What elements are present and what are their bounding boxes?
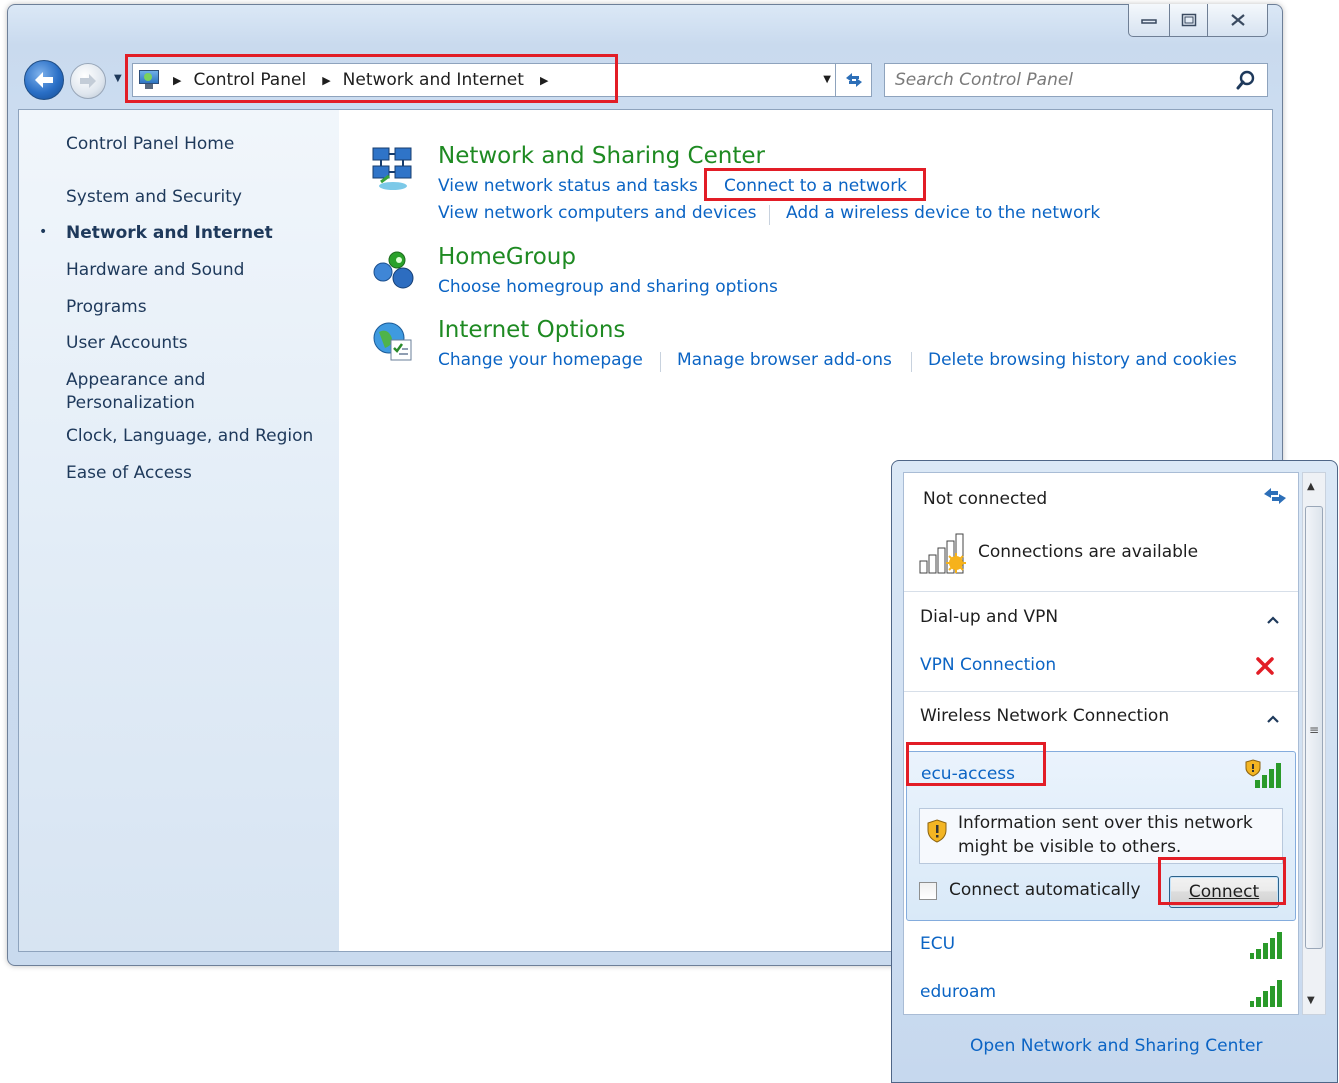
- breadcrumb-network-and-internet[interactable]: Network and Internet: [343, 70, 524, 90]
- scroll-grip-icon: ≡: [1309, 723, 1320, 737]
- link-separator: [911, 352, 912, 372]
- warning-line-1: Information sent over this network: [958, 813, 1253, 833]
- link-connect-to-network[interactable]: Connect to a network: [724, 176, 907, 196]
- address-bar[interactable]: ▶ Control Panel ▶ Network and Internet ▶…: [132, 63, 872, 97]
- breadcrumb-separator[interactable]: ▶: [173, 74, 181, 87]
- search-input[interactable]: [895, 69, 1215, 91]
- minimize-button[interactable]: [1128, 4, 1170, 37]
- secured-signal-icon: [1245, 759, 1281, 788]
- back-button[interactable]: [24, 60, 64, 100]
- link-add-wireless-device[interactable]: Add a wireless device to the network: [786, 203, 1100, 223]
- maximize-button[interactable]: [1170, 4, 1208, 37]
- error-x-icon: [1256, 657, 1274, 675]
- breadcrumb-separator[interactable]: ▶: [540, 74, 548, 87]
- group-wireless-network-connection[interactable]: Wireless Network Connection: [920, 706, 1169, 726]
- chevron-up-icon[interactable]: [1266, 714, 1280, 724]
- connection-status: Not connected: [923, 489, 1048, 509]
- link-delete-browsing-history[interactable]: Delete browsing history and cookies: [928, 350, 1237, 370]
- connect-button[interactable]: Connect: [1169, 876, 1279, 908]
- address-history-dropdown[interactable]: ▼: [823, 74, 831, 85]
- breadcrumb: ▶ Control Panel ▶ Network and Internet ▶: [137, 64, 560, 96]
- sidebar-item-label-line1: Appearance and: [66, 370, 206, 390]
- search-icon[interactable]: [1235, 69, 1257, 91]
- network-item-eduroam[interactable]: eduroam: [920, 982, 996, 1002]
- breadcrumb-separator[interactable]: ▶: [322, 74, 330, 87]
- connect-automatically-checkbox[interactable]: [919, 882, 937, 900]
- sidebar-item-programs[interactable]: Programs: [66, 296, 147, 319]
- sidebar-item-user-accounts[interactable]: User Accounts: [66, 332, 188, 355]
- network-item-ecu-access[interactable]: ecu-access: [921, 764, 1015, 784]
- homegroup-icon: [373, 251, 414, 289]
- refresh-icon: [845, 73, 862, 87]
- sidebar-item-label-line2: Personalization: [66, 393, 195, 413]
- close-icon: [1230, 14, 1245, 26]
- link-view-network-computers[interactable]: View network computers and devices: [438, 203, 757, 223]
- network-flyout: Not connected Connections are available …: [891, 460, 1338, 1083]
- sidebar-item-clock-language-region[interactable]: Clock, Language, and Region: [66, 425, 313, 448]
- security-warning-box: Information sent over this network might…: [919, 808, 1283, 864]
- network-item-ecu[interactable]: ECU: [920, 934, 955, 954]
- scroll-down-arrow[interactable]: ▼: [1307, 995, 1315, 1006]
- connect-automatically-label[interactable]: Connect automatically: [949, 880, 1141, 900]
- availability-text: Connections are available: [978, 542, 1199, 562]
- signal-strength-icon: [1250, 980, 1282, 1007]
- shield-warning-icon: [927, 819, 947, 843]
- section-title-internet-options[interactable]: Internet Options: [438, 317, 625, 343]
- network-list: Not connected Connections are available …: [903, 472, 1299, 1015]
- vpn-connection-item[interactable]: VPN Connection: [920, 655, 1056, 675]
- close-button[interactable]: [1208, 4, 1268, 37]
- active-bullet: •: [39, 224, 48, 240]
- signal-strength-icon: [1250, 932, 1282, 959]
- warning-line-2: might be visible to others.: [958, 837, 1182, 857]
- control-panel-icon: [137, 69, 161, 91]
- signal-available-icon: [919, 533, 966, 574]
- forward-button[interactable]: [70, 63, 106, 99]
- section-title-homegroup[interactable]: HomeGroup: [438, 244, 576, 270]
- internet-options-icon: [373, 322, 412, 361]
- breadcrumb-control-panel[interactable]: Control Panel: [193, 70, 306, 90]
- refresh-icon[interactable]: [1262, 485, 1288, 507]
- link-manage-addons[interactable]: Manage browser add-ons: [677, 350, 892, 370]
- sidebar: Control Panel Home System and Security •…: [19, 110, 339, 951]
- sidebar-item-network-and-internet: Network and Internet: [66, 223, 273, 243]
- group-dialup-vpn[interactable]: Dial-up and VPN: [920, 607, 1058, 627]
- link-view-network-status[interactable]: View network status and tasks: [438, 176, 698, 196]
- link-separator: [769, 205, 770, 225]
- sidebar-item-system-and-security[interactable]: System and Security: [66, 186, 242, 209]
- refresh-button[interactable]: [835, 64, 871, 96]
- sidebar-item-control-panel-home[interactable]: Control Panel Home: [66, 133, 234, 156]
- chevron-up-icon[interactable]: [1266, 615, 1280, 625]
- network-sharing-icon: [372, 147, 412, 190]
- caption-buttons: [1128, 4, 1268, 37]
- arrow-right-icon: [80, 74, 96, 88]
- minimize-icon: [1141, 19, 1157, 24]
- recent-pages-dropdown[interactable]: ▼: [114, 73, 122, 84]
- link-separator: [660, 352, 661, 372]
- link-change-homepage[interactable]: Change your homepage: [438, 350, 643, 370]
- flyout-scrollbar[interactable]: ▲ ≡ ▼: [1302, 472, 1326, 1015]
- link-choose-homegroup[interactable]: Choose homegroup and sharing options: [438, 277, 778, 297]
- section-title-network-sharing-center[interactable]: Network and Sharing Center: [438, 143, 765, 169]
- sidebar-item-appearance-and-personalization[interactable]: Appearance and Personalization: [66, 369, 205, 415]
- selected-network-panel[interactable]: ecu-access Information sent over this ne…: [906, 751, 1296, 921]
- scroll-up-arrow[interactable]: ▲: [1307, 481, 1315, 492]
- open-network-sharing-center-link[interactable]: Open Network and Sharing Center: [970, 1036, 1262, 1056]
- maximize-icon: [1181, 13, 1196, 27]
- sidebar-item-hardware-and-sound[interactable]: Hardware and Sound: [66, 259, 244, 282]
- arrow-left-icon: [35, 72, 53, 88]
- sidebar-item-ease-of-access[interactable]: Ease of Access: [66, 462, 192, 485]
- divider: [904, 591, 1298, 592]
- divider: [904, 691, 1298, 692]
- search-box[interactable]: [884, 63, 1268, 97]
